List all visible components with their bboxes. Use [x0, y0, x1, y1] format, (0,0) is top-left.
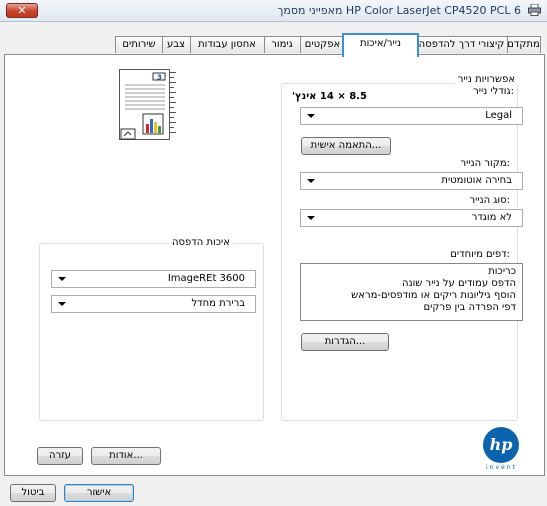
cancel-button[interactable]: ביטול [10, 484, 56, 502]
special-pages-settings-button[interactable]: הגדרות... [301, 333, 389, 351]
svg-text:3: 3 [157, 74, 162, 82]
chevron-down-icon [307, 216, 315, 220]
list-item[interactable]: הדפס עמודים על נייר שונה [305, 278, 516, 290]
tab-strip: מתקדם קיצורי דרך להדפסה נייר/איכות אפקטי… [0, 22, 547, 57]
tab-shortcuts[interactable]: קיצורי דרך להדפסה [415, 36, 508, 53]
tab-services[interactable]: שירותים [115, 36, 163, 53]
printer-icon [528, 3, 541, 16]
tab-effects[interactable]: אפקטים [299, 36, 346, 53]
custom-size-button[interactable]: התאמה אישית... [301, 137, 391, 155]
special-pages-label: דפים מיוחדים: [450, 249, 510, 260]
hp-logo: hp [483, 427, 519, 463]
tab-paper-quality[interactable]: נייר/איכות [342, 33, 419, 57]
close-button[interactable]: ✕ [6, 3, 38, 18]
tab-advanced[interactable]: מתקדם [506, 36, 541, 53]
paper-size-value: Legal [485, 110, 512, 121]
tab-panel: 3 אפשרויות נייר גודלי נייר: 8.5 × 14 אינ… [4, 54, 545, 476]
print-mode-select[interactable]: ברירת מחדל [51, 295, 256, 313]
tab-color[interactable]: צבע [161, 36, 191, 53]
title-bar: ✕ מאפייני מסמך HP Color LaserJet CP4520 … [0, 0, 547, 22]
page-preview-image: 3 [119, 69, 177, 149]
print-quality-heading: איכות הדפסה [169, 237, 233, 248]
paper-size-select[interactable]: Legal [300, 107, 523, 125]
paper-type-value: לא מוגדר [471, 212, 512, 223]
paper-type-label: סוג הנייר: [469, 195, 510, 206]
list-item[interactable]: הוסף גיליונות ריקים או מודפסים-מראש [305, 290, 516, 302]
paper-source-select[interactable]: בחירה אוטומטית [300, 172, 523, 190]
paper-type-select[interactable]: לא מוגדר [300, 209, 523, 227]
paper-source-value: בחירה אוטומטית [441, 175, 512, 186]
paper-size-dimensions: 8.5 × 14 אינץ' [292, 91, 367, 102]
chevron-down-icon [307, 114, 315, 118]
about-button[interactable]: אודות... [91, 447, 161, 465]
window-title: מאפייני מסמך HP Color LaserJet CP4520 PC… [277, 4, 521, 17]
chevron-down-icon [58, 277, 66, 281]
print-resolution-value: ImageREt 3600 [167, 273, 245, 284]
hp-invent-tagline: invent [486, 464, 517, 471]
paper-options-heading: אפשרויות נייר [454, 74, 518, 85]
paper-size-label: גודלי נייר: [473, 86, 514, 97]
chevron-down-icon [307, 179, 315, 183]
special-pages-list[interactable]: כריכות הדפס עמודים על נייר שונה הוסף גיל… [300, 263, 523, 321]
list-item[interactable]: דפי הפרדה בין פרקים [305, 302, 517, 314]
list-item[interactable]: כריכות [305, 266, 516, 278]
chevron-down-icon [58, 302, 66, 306]
paper-source-label: מקור הנייר: [460, 158, 510, 169]
print-resolution-select[interactable]: ImageREt 3600 [51, 270, 256, 288]
tab-job-storage[interactable]: אחסון עבודות [189, 36, 265, 53]
print-mode-value: ברירת מחדל [191, 298, 245, 309]
help-button[interactable]: עזרה [37, 447, 83, 465]
tab-finishing[interactable]: גימור [263, 36, 301, 53]
ok-button[interactable]: אישור [64, 484, 134, 502]
